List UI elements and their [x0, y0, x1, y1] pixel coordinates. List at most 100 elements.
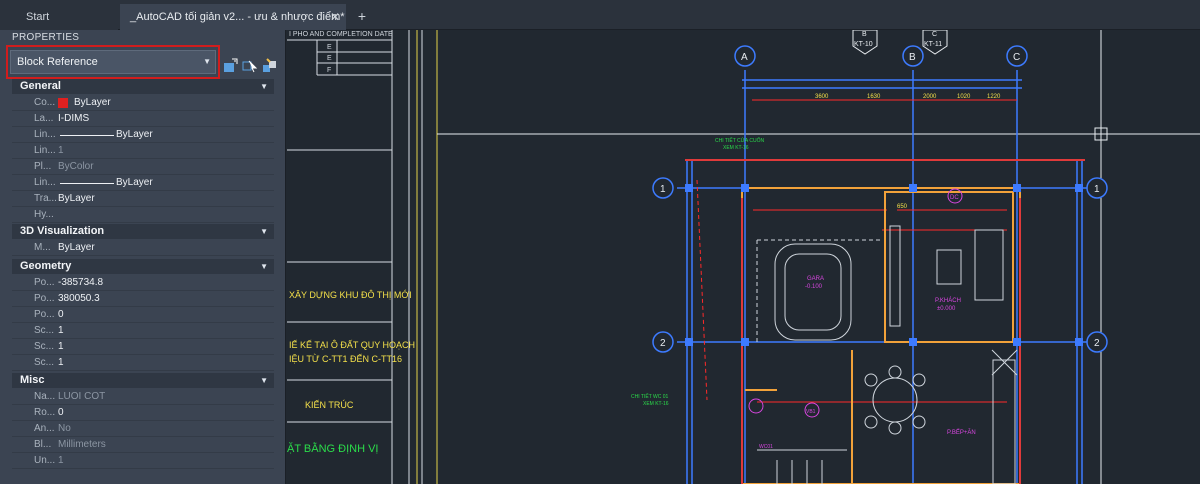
prop-row[interactable]: Sc... 1 [12, 355, 274, 371]
chevron-down-icon: ▼ [260, 227, 268, 236]
prop-key: Bl... [34, 439, 52, 450]
detail-label: CHI TIẾT WC 01 [631, 393, 669, 400]
prop-value: LUOI COT [58, 391, 106, 402]
grid-label: B [909, 52, 916, 63]
prop-key: Sc... [34, 325, 55, 336]
quick-select-icon[interactable] [262, 58, 278, 74]
grid-label: 1 [660, 184, 666, 195]
prop-row[interactable]: Lin... ByLayer [12, 127, 274, 143]
prop-key: Na... [34, 391, 56, 402]
prop-value: 1 [58, 455, 64, 466]
prop-key: Ro... [34, 407, 56, 418]
prop-key: Po... [34, 309, 55, 320]
close-icon[interactable]: ✕ [330, 4, 340, 30]
prop-row[interactable]: Sc... 1 [12, 323, 274, 339]
room-tags [748, 188, 963, 418]
prop-value: ByLayer [74, 97, 111, 108]
tab-active-label: _AutoCAD tối giản v2... - ưu & nhược điể… [130, 11, 345, 23]
section-misc[interactable]: Misc ▼ [12, 373, 274, 388]
title-block-row: E [327, 44, 332, 51]
room-tag: DC [950, 195, 959, 201]
prop-key: Hy... [34, 209, 54, 220]
prop-key: Po... [34, 293, 55, 304]
prop-value: 1 [58, 145, 64, 156]
prop-row[interactable]: M... ByLayer [12, 240, 274, 256]
detail-label: CHI TIẾT CỬA CUỐN [715, 137, 764, 144]
section-marker-label: KT-10 [854, 41, 873, 48]
color-swatch [58, 98, 68, 108]
prop-value: 1 [58, 325, 64, 336]
room-level: -0.100 [805, 284, 823, 290]
prop-value: 380050.3 [58, 293, 100, 304]
prop-row[interactable]: Po... 380050.3 [12, 291, 274, 307]
prop-value: No [58, 423, 71, 434]
room-tag: VB1 [806, 409, 816, 415]
lineweight-sample [60, 183, 114, 184]
prop-row[interactable]: Pl... ByColor [12, 159, 274, 175]
properties-panel: PROPERTIES Block Reference ▼ General ▼ C… [0, 30, 286, 484]
prop-key: Pl... [34, 161, 52, 172]
grid-label: 1 [1094, 184, 1100, 195]
prop-value: -385734.8 [58, 277, 104, 288]
prop-row[interactable]: An... No [12, 421, 274, 437]
title-block-header: I PHO AND COMPLETION DATE [289, 31, 393, 38]
dim-label: 1630 [867, 94, 881, 100]
prop-row[interactable]: Lin... ByLayer [12, 175, 274, 191]
title-block-desc: IỆU TỪ C-TT1 ĐẾN C-TT16 [289, 354, 402, 364]
section-geometry[interactable]: Geometry ▼ [12, 259, 274, 274]
prop-row[interactable]: Co... ByLayer [12, 95, 274, 111]
section-misc-label: Misc [20, 374, 45, 386]
title-block-sheet: ẶT BẰNG ĐỊNH VỊ [287, 442, 378, 455]
dim-label: 650 [897, 204, 908, 210]
room-label-garage: GARA [807, 276, 824, 282]
select-objects-icon[interactable] [242, 58, 258, 74]
title-block-desc: IẾ KẾ TẠI Ô ĐẤT QUY HOẠCH [289, 340, 415, 350]
prop-key: M... [34, 242, 51, 253]
furniture [756, 225, 1018, 484]
dim-label: 3600 [815, 94, 829, 100]
section-3d-visualization[interactable]: 3D Visualization ▼ [12, 224, 274, 239]
prop-key: Sc... [34, 341, 55, 352]
section-marker-label: KT-11 [924, 41, 942, 48]
prop-row[interactable]: Tra... ByLayer [12, 191, 274, 207]
section-marker-label: B [862, 31, 867, 38]
prop-key: Co... [34, 97, 56, 108]
prop-key: Sc... [34, 357, 55, 368]
grid-bubbles [652, 45, 1108, 353]
title-block-project: XÂY DỰNG KHU ĐÔ THỊ MỚI [289, 290, 412, 300]
panel-title: PROPERTIES [12, 32, 80, 43]
prop-row[interactable]: Bl... Millimeters [12, 437, 274, 453]
detail-label: XEM KT-16 [723, 145, 749, 151]
prop-key: Lin... [34, 129, 56, 140]
room-level: ±0.000 [937, 306, 956, 312]
prop-value: 1 [58, 341, 64, 352]
section-3d-label: 3D Visualization [20, 225, 105, 237]
prop-row[interactable]: Un... 1 [12, 453, 274, 469]
prop-row[interactable]: Lin... 1 [12, 143, 274, 159]
prop-row[interactable]: Po... -385734.8 [12, 275, 274, 291]
prop-value: ByLayer [116, 129, 153, 140]
prop-row[interactable]: Sc... 1 [12, 339, 274, 355]
tab-active-drawing[interactable]: _AutoCAD tối giản v2... - ưu & nhược điể… [120, 4, 346, 30]
grid-label: C [1013, 52, 1020, 63]
prop-row[interactable]: Po... 0 [12, 307, 274, 323]
new-tab-icon[interactable]: + [354, 8, 370, 24]
prop-row[interactable]: Ro... 0 [12, 405, 274, 421]
floor-plan-drawing: I PHO AND COMPLETION DATE E E F XÂY DỰNG… [287, 30, 1200, 484]
section-general[interactable]: General ▼ [12, 79, 274, 94]
prop-row[interactable]: La... I-DIMS [12, 111, 274, 127]
chevron-down-icon: ▼ [260, 82, 268, 91]
prop-value: ByLayer [58, 193, 95, 204]
title-block [287, 30, 438, 484]
linetype-sample [60, 135, 114, 136]
prop-value: I-DIMS [58, 113, 90, 124]
prop-row[interactable]: Hy... [12, 207, 274, 223]
toggle-pickadd-icon[interactable] [222, 58, 238, 74]
title-block-row: E [327, 55, 332, 62]
section-general-label: General [20, 80, 61, 92]
prop-value: ByLayer [58, 242, 95, 253]
tab-start[interactable]: Start [0, 4, 118, 30]
drawing-canvas[interactable]: I PHO AND COMPLETION DATE E E F XÂY DỰNG… [287, 30, 1200, 484]
prop-row[interactable]: Na... LUOI COT [12, 389, 274, 405]
prop-key: An... [34, 423, 55, 434]
